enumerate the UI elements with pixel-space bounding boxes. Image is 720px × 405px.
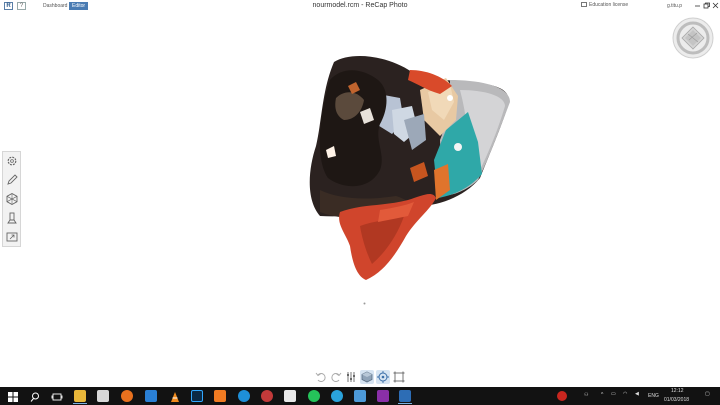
vlc-button[interactable] [169, 390, 181, 402]
app-red-button[interactable] [261, 390, 273, 402]
windows-taskbar: ⚇ ^ ▭ ◠ ◀ ENG 12:12 01/03/2018 ▢ [0, 387, 720, 405]
clock-date[interactable]: 01/03/2018 [664, 397, 689, 403]
search-icon [30, 392, 39, 402]
people-icon[interactable]: ⚇ [584, 392, 588, 398]
recap-button[interactable] [399, 390, 411, 402]
restore-icon [703, 2, 710, 9]
start-icon [8, 392, 18, 402]
volume-icon[interactable]: ◀ [635, 391, 639, 397]
minimize-icon [695, 5, 700, 7]
solid-view-icon [361, 371, 373, 383]
license-label: Education license [589, 2, 629, 8]
start-button[interactable] [7, 390, 19, 402]
store-button[interactable] [97, 390, 109, 402]
running-indicator [398, 403, 412, 404]
measure-icon [7, 212, 17, 224]
redo-button[interactable] [329, 370, 343, 384]
orbit-icon [377, 371, 389, 383]
view-cube-icon [672, 17, 714, 59]
photoshop-button[interactable] [191, 390, 203, 402]
settings-tool-button[interactable] [5, 154, 19, 168]
task-view-icon [51, 393, 63, 401]
task-view-button[interactable] [51, 390, 63, 402]
chevron-up-icon[interactable]: ^ [601, 392, 603, 398]
battery-icon[interactable]: ▭ [611, 391, 616, 397]
sliders-icon [347, 372, 355, 382]
telegram-button[interactable] [331, 390, 343, 402]
vlc-icon [171, 392, 179, 402]
photo-mesh-model [309, 56, 510, 280]
onenote-button[interactable] [377, 390, 389, 402]
solid-view-button[interactable] [360, 370, 374, 384]
export-tool-button[interactable] [5, 230, 19, 244]
left-toolbar [2, 151, 21, 247]
close-button[interactable] [711, 1, 720, 10]
notification-badge-icon[interactable] [557, 391, 567, 401]
navigation-cube[interactable] [671, 16, 715, 60]
running-indicator [73, 403, 87, 404]
settings-icon [7, 156, 17, 166]
minimize-button[interactable] [693, 1, 702, 10]
store-bag-button[interactable] [145, 390, 157, 402]
orbit-button[interactable] [376, 370, 390, 384]
app-blue-button[interactable] [354, 390, 366, 402]
title-bar: R ? Dashboard Editor nourmodel.rcm - ReC… [0, 0, 720, 12]
firefox-button[interactable] [121, 390, 133, 402]
user-name[interactable]: g.titu.p [667, 3, 682, 9]
hexagon-mesh-icon [6, 192, 18, 206]
export-icon [6, 232, 18, 242]
recap-photo-window: R ? Dashboard Editor nourmodel.rcm - ReC… [0, 0, 720, 405]
calculator-button[interactable] [284, 390, 296, 402]
language-indicator[interactable]: ENG [648, 393, 659, 399]
mesh-tool-button[interactable] [5, 192, 19, 206]
undo-button[interactable] [314, 370, 328, 384]
app-orange-button[interactable] [214, 390, 226, 402]
measure-tool-button[interactable] [5, 211, 19, 225]
license-icon [581, 2, 587, 8]
ccleaner-button[interactable] [238, 390, 250, 402]
search-button[interactable] [29, 390, 41, 402]
bottom-toolbar [312, 369, 408, 385]
action-center-icon[interactable]: ▢ [705, 391, 710, 397]
close-icon [712, 2, 719, 9]
undo-icon [315, 372, 326, 382]
wifi-icon[interactable]: ◠ [623, 391, 627, 397]
restore-button[interactable] [702, 1, 711, 10]
model-viewport[interactable] [300, 50, 520, 300]
pencil-icon [7, 174, 18, 185]
pivot-point [363, 292, 366, 305]
whatsapp-button[interactable] [308, 390, 320, 402]
crop-box-icon [393, 371, 405, 383]
adjust-button[interactable] [344, 370, 358, 384]
file-explorer-button[interactable] [74, 390, 86, 402]
crop-button[interactable] [392, 370, 406, 384]
clock-time[interactable]: 12:12 [671, 388, 684, 394]
license-link[interactable]: Education license [581, 2, 628, 8]
redo-icon [331, 372, 342, 382]
edit-tool-button[interactable] [5, 173, 19, 187]
